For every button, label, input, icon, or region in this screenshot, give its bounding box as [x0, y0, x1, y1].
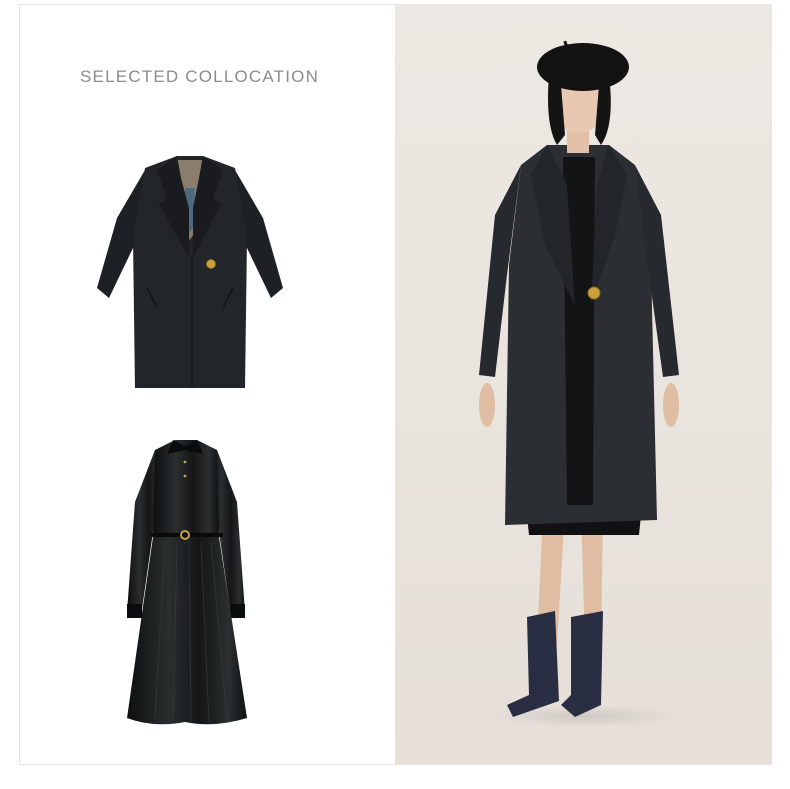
coat-image[interactable]	[97, 148, 283, 398]
section-heading: SELECTED COLLOCATION	[80, 67, 320, 86]
model-photo[interactable]	[395, 5, 771, 764]
velvet-dress-image[interactable]	[105, 432, 265, 732]
model-illustration	[479, 40, 679, 717]
